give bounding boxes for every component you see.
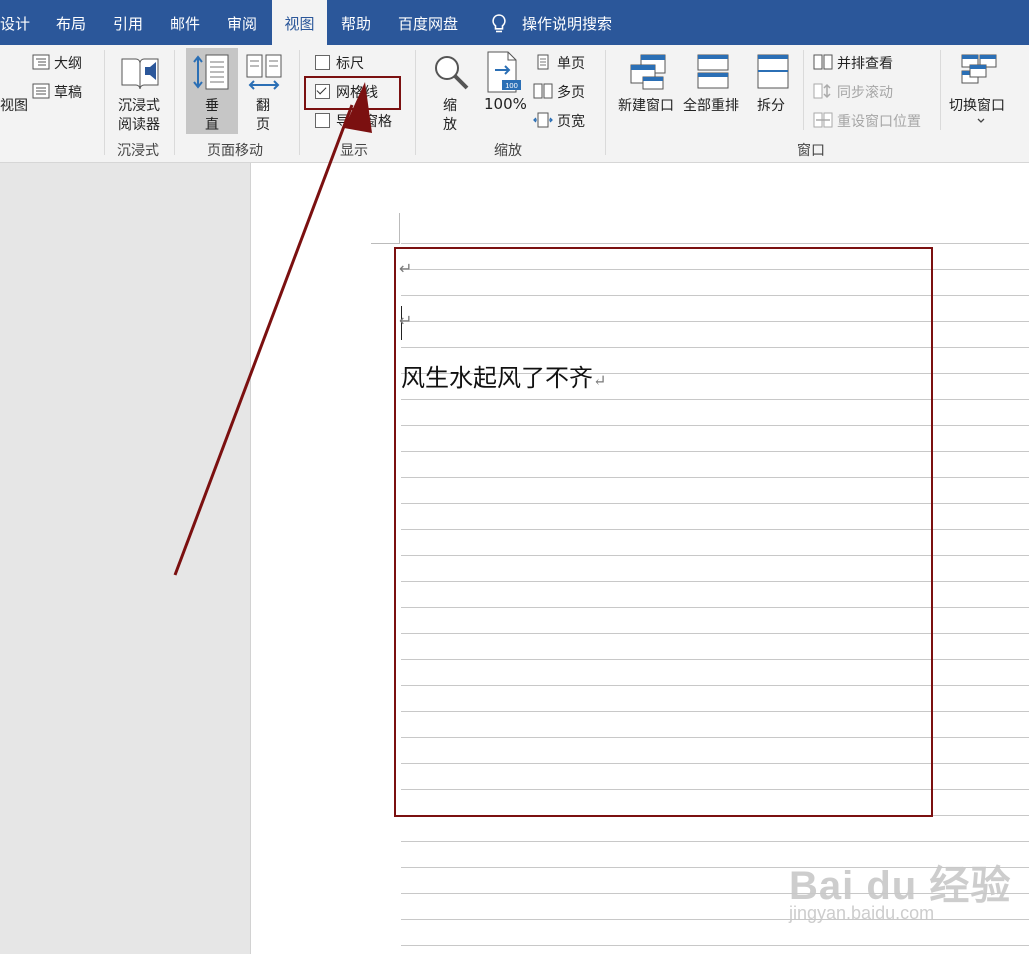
annotation-arrow (173, 82, 372, 576)
